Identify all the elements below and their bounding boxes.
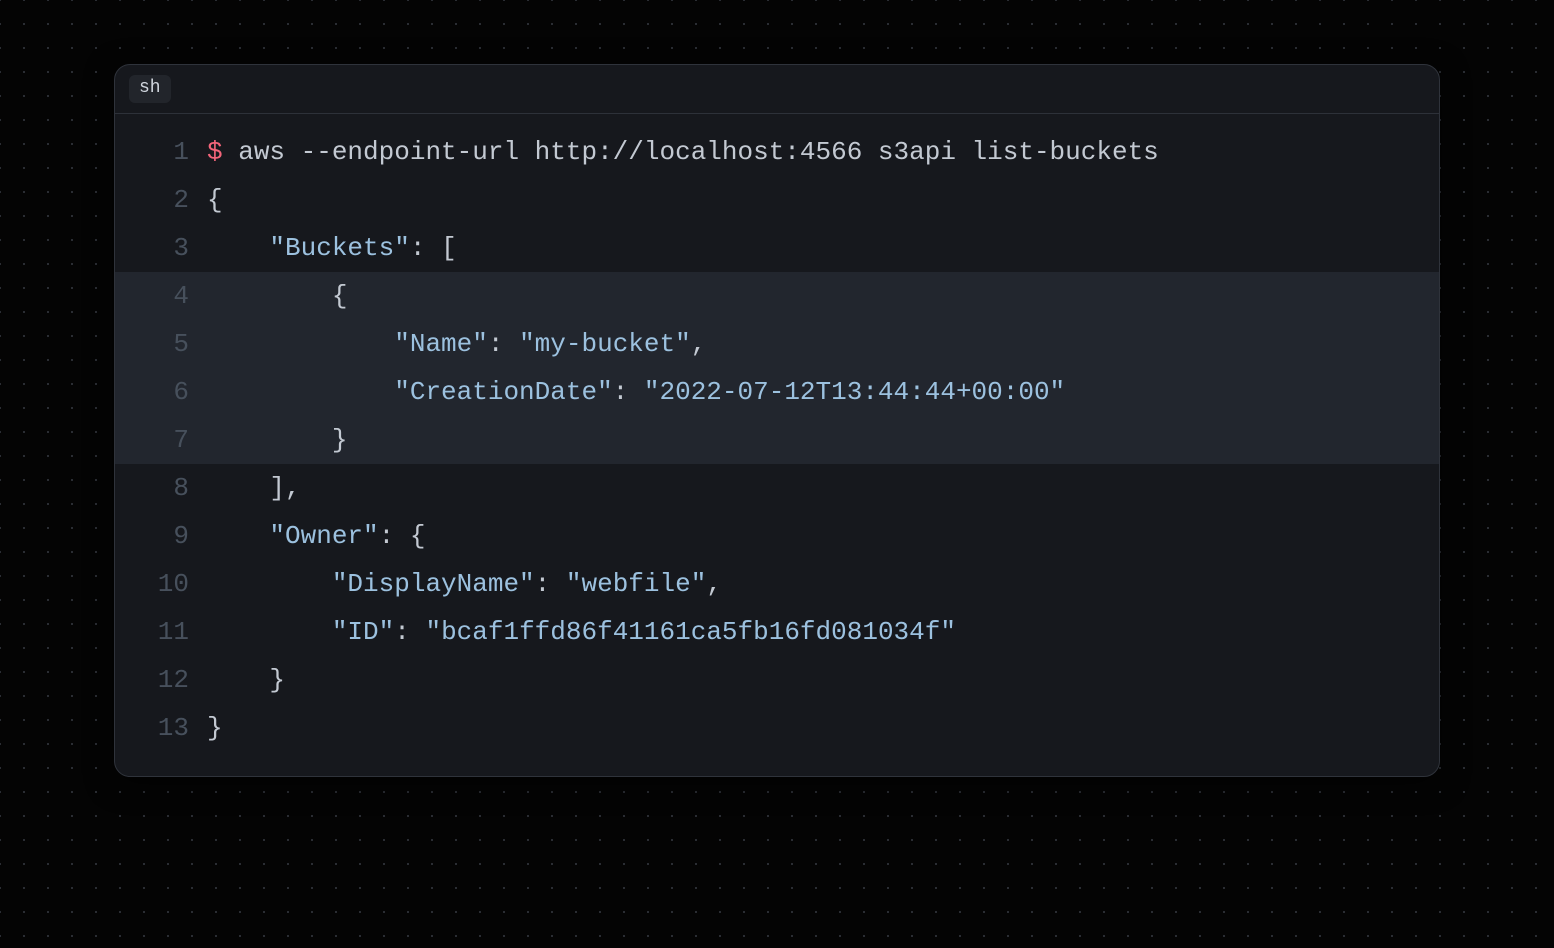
- line-number: 5: [115, 320, 207, 368]
- json-value-name: "my-bucket": [519, 329, 691, 359]
- json-key-buckets: "Buckets": [269, 233, 409, 263]
- code-line: 2 {: [115, 176, 1439, 224]
- line-content: {: [207, 272, 1439, 320]
- line-content: "Name": "my-bucket",: [207, 320, 1439, 368]
- json-value-id: "bcaf1ffd86f41161ca5fb16fd081034f": [425, 617, 956, 647]
- prompt-symbol: $: [207, 137, 223, 167]
- line-number: 13: [115, 704, 207, 752]
- line-number: 2: [115, 176, 207, 224]
- line-number: 9: [115, 512, 207, 560]
- line-content: }: [207, 704, 1439, 752]
- code-line: 6 "CreationDate": "2022-07-12T13:44:44+0…: [115, 368, 1439, 416]
- line-content: }: [207, 416, 1439, 464]
- json-key-creation-date: "CreationDate": [394, 377, 612, 407]
- line-number: 1: [115, 128, 207, 176]
- line-content: "CreationDate": "2022-07-12T13:44:44+00:…: [207, 368, 1439, 416]
- line-number: 8: [115, 464, 207, 512]
- line-number: 6: [115, 368, 207, 416]
- line-number: 4: [115, 272, 207, 320]
- code-line: 11 "ID": "bcaf1ffd86f41161ca5fb16fd08103…: [115, 608, 1439, 656]
- code-card-header: sh: [115, 65, 1439, 114]
- line-number: 7: [115, 416, 207, 464]
- code-line: 1 $ aws --endpoint-url http://localhost:…: [115, 128, 1439, 176]
- line-content: {: [207, 176, 1439, 224]
- json-key-name: "Name": [394, 329, 488, 359]
- line-number: 11: [115, 608, 207, 656]
- line-content: "DisplayName": "webfile",: [207, 560, 1439, 608]
- code-line: 9 "Owner": {: [115, 512, 1439, 560]
- code-block: 1 $ aws --endpoint-url http://localhost:…: [115, 114, 1439, 776]
- line-content: "ID": "bcaf1ffd86f41161ca5fb16fd081034f": [207, 608, 1439, 656]
- line-number: 12: [115, 656, 207, 704]
- line-content: $ aws --endpoint-url http://localhost:45…: [207, 128, 1439, 176]
- line-content: "Buckets": [: [207, 224, 1439, 272]
- code-line: 12 }: [115, 656, 1439, 704]
- code-line: 13 }: [115, 704, 1439, 752]
- json-key-owner: "Owner": [269, 521, 378, 551]
- json-value-display-name: "webfile": [566, 569, 706, 599]
- shell-command: aws --endpoint-url http://localhost:4566…: [238, 137, 1159, 167]
- line-number: 10: [115, 560, 207, 608]
- line-content: ],: [207, 464, 1439, 512]
- code-line: 7 }: [115, 416, 1439, 464]
- code-line: 4 {: [115, 272, 1439, 320]
- language-badge: sh: [129, 75, 171, 103]
- line-content: "Owner": {: [207, 512, 1439, 560]
- line-number: 3: [115, 224, 207, 272]
- code-line: 3 "Buckets": [: [115, 224, 1439, 272]
- code-line: 10 "DisplayName": "webfile",: [115, 560, 1439, 608]
- json-key-id: "ID": [332, 617, 394, 647]
- json-value-creation-date: "2022-07-12T13:44:44+00:00": [644, 377, 1065, 407]
- json-key-display-name: "DisplayName": [332, 569, 535, 599]
- code-card: sh 1 $ aws --endpoint-url http://localho…: [114, 64, 1440, 777]
- code-line: 5 "Name": "my-bucket",: [115, 320, 1439, 368]
- code-line: 8 ],: [115, 464, 1439, 512]
- line-content: }: [207, 656, 1439, 704]
